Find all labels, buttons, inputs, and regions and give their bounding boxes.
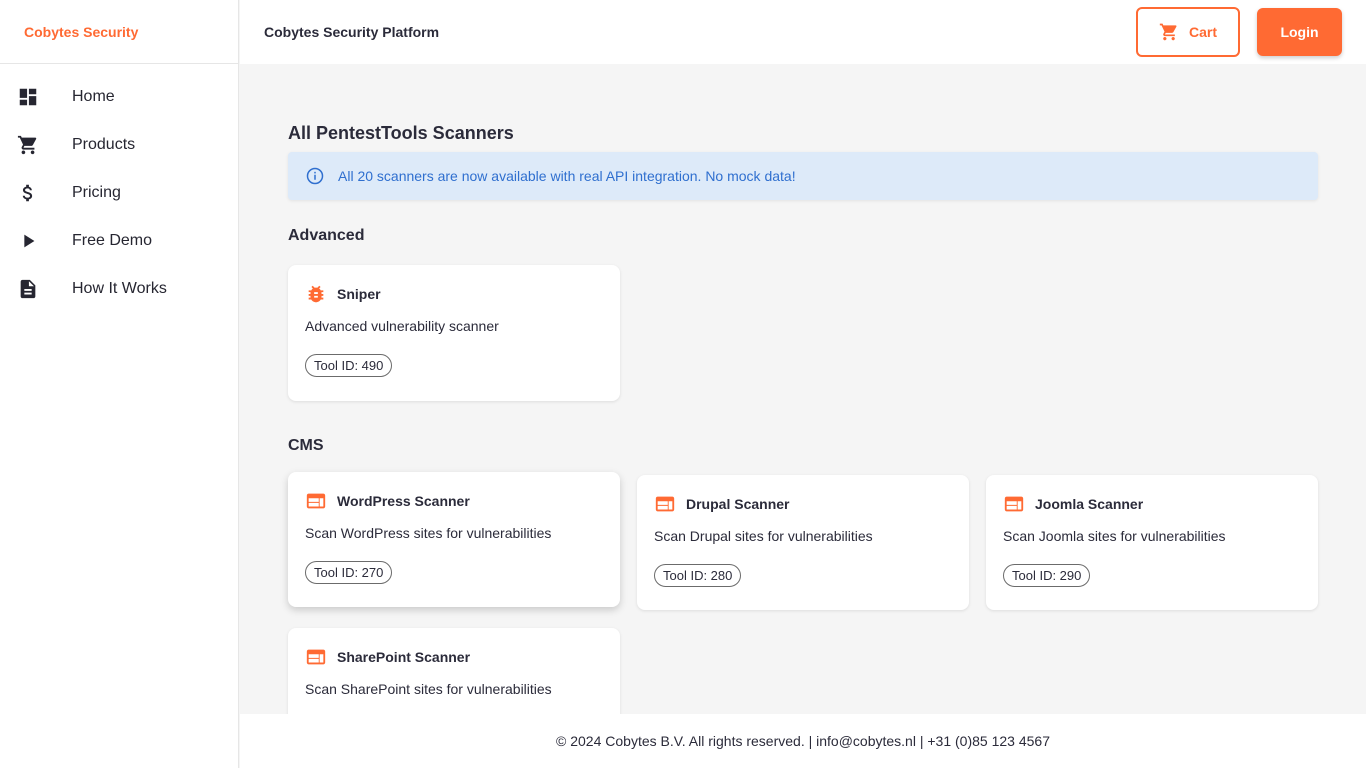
section-title-cms: CMS <box>288 437 324 454</box>
dashboard-icon <box>0 86 72 108</box>
sidebar-item-label: Free Demo <box>72 232 153 249</box>
scanner-card-joomla[interactable]: Joomla Scanner Scan Joomla sites for vul… <box>986 475 1318 610</box>
scanner-card-wordpress[interactable]: WordPress Scanner Scan WordPress sites f… <box>288 472 620 607</box>
play-icon <box>0 230 72 252</box>
web-icon <box>655 496 675 512</box>
web-icon <box>306 649 326 665</box>
scanner-description: Scan Joomla sites for vulnerabilities <box>1003 528 1226 544</box>
dollar-icon <box>0 182 72 204</box>
top-bar: Cobytes Security Platform Cart Login <box>240 0 1366 64</box>
footer-text: © 2024 Cobytes B.V. All rights reserved.… <box>556 733 1050 749</box>
scanner-description: Scan SharePoint sites for vulnerabilitie… <box>305 681 552 697</box>
scanner-card-sharepoint[interactable]: SharePoint Scanner Scan SharePoint sites… <box>288 628 620 714</box>
bug-icon <box>308 285 324 303</box>
alert-text: All 20 scanners are now available with r… <box>338 168 796 184</box>
tool-id-badge: Tool ID: 290 <box>1003 564 1091 587</box>
web-icon <box>306 493 326 509</box>
page-title: All PentestTools Scanners <box>288 123 514 143</box>
brand-logo[interactable]: Cobytes Security <box>0 0 238 64</box>
page-header-title: Cobytes Security Platform <box>264 24 440 40</box>
scanner-card-sniper[interactable]: Sniper Advanced vulnerability scanner To… <box>288 265 620 401</box>
scanner-name: SharePoint Scanner <box>337 649 471 665</box>
sidebar-item-free-demo[interactable]: Free Demo <box>0 217 238 265</box>
scanner-name: Drupal Scanner <box>686 496 790 512</box>
info-icon <box>306 167 324 185</box>
scanner-name: Joomla Scanner <box>1035 496 1144 512</box>
tool-id-badge: Tool ID: 490 <box>305 354 393 377</box>
sidebar-nav: Home Products Pricing Free Demo How It W… <box>0 64 238 313</box>
sidebar-item-label: How It Works <box>72 280 167 297</box>
cart-button-label: Cart <box>1188 24 1217 40</box>
sidebar-item-products[interactable]: Products <box>0 121 238 169</box>
scanner-description: Scan Drupal sites for vulnerabilities <box>654 528 873 544</box>
web-icon <box>1004 496 1024 512</box>
sidebar-item-pricing[interactable]: Pricing <box>0 169 238 217</box>
tool-id-badge: Tool ID: 280 <box>654 564 742 587</box>
main-content: All PentestTools Scanners All 20 scanner… <box>240 64 1366 714</box>
scanner-description: Advanced vulnerability scanner <box>305 318 499 334</box>
scanner-name: WordPress Scanner <box>337 493 470 509</box>
sidebar: Cobytes Security Home Products Pricing F… <box>0 0 239 768</box>
sidebar-item-home[interactable]: Home <box>0 73 238 121</box>
cart-icon <box>0 134 72 156</box>
sidebar-item-how-it-works[interactable]: How It Works <box>0 265 238 313</box>
sidebar-item-label: Pricing <box>72 184 121 201</box>
sidebar-item-label: Home <box>72 88 115 105</box>
document-icon <box>0 278 72 300</box>
scanner-card-drupal[interactable]: Drupal Scanner Scan Drupal sites for vul… <box>637 475 969 610</box>
sidebar-item-label: Products <box>72 136 136 153</box>
section-title-advanced: Advanced <box>288 227 365 244</box>
cart-button[interactable]: Cart <box>1136 7 1240 57</box>
scanner-name: Sniper <box>337 286 381 302</box>
scanner-description: Scan WordPress sites for vulnerabilities <box>305 525 552 541</box>
login-button[interactable]: Login <box>1257 8 1342 56</box>
footer: © 2024 Cobytes B.V. All rights reserved.… <box>240 714 1366 768</box>
tool-id-badge: Tool ID: 270 <box>305 561 393 584</box>
info-alert: All 20 scanners are now available with r… <box>288 152 1318 200</box>
cart-icon <box>1159 23 1177 41</box>
